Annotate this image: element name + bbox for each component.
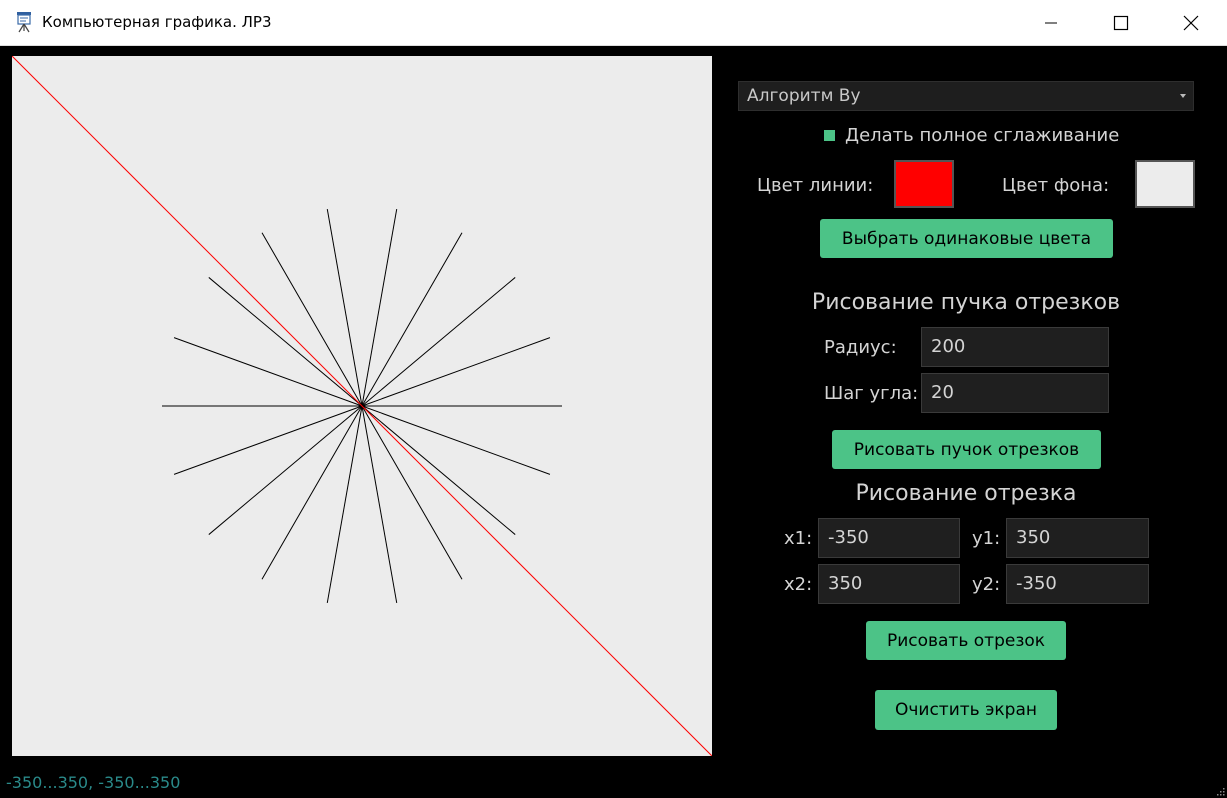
bundle-ray-2 bbox=[361, 277, 516, 407]
bg-color-swatch[interactable] bbox=[1135, 160, 1195, 208]
draw-segment-button[interactable]: Рисовать отрезок bbox=[866, 621, 1066, 660]
minimize-button[interactable] bbox=[1016, 0, 1086, 45]
bundle-ray-17 bbox=[361, 405, 551, 475]
smoothing-label[interactable]: Делать полное сглаживание bbox=[845, 125, 1119, 146]
segment-header: Рисование отрезка bbox=[855, 481, 1077, 506]
bundle-ray-11 bbox=[208, 405, 363, 535]
x2-input[interactable]: 350 bbox=[818, 564, 960, 604]
same-colors-button[interactable]: Выбрать одинаковые цвета bbox=[820, 219, 1113, 258]
bundle-header: Рисование пучка отрезков bbox=[811, 290, 1121, 315]
x1-input[interactable]: -350 bbox=[818, 518, 960, 558]
x2-label: x2: bbox=[784, 574, 813, 595]
y2-label: y2: bbox=[972, 574, 1001, 595]
maximize-icon bbox=[1113, 15, 1129, 30]
bundle-ray-7 bbox=[208, 277, 363, 407]
resize-grip-icon[interactable] bbox=[1215, 786, 1225, 796]
maximize-button[interactable] bbox=[1086, 0, 1156, 45]
line-color-label: Цвет линии: bbox=[757, 175, 874, 196]
minimize-icon bbox=[1045, 22, 1057, 23]
line-color-swatch[interactable] bbox=[894, 160, 954, 208]
x1-label: x1: bbox=[784, 528, 813, 549]
bundle-ray-8 bbox=[173, 337, 363, 407]
y1-label: y1: bbox=[972, 528, 1001, 549]
algorithm-select[interactable]: Алгоритм Ву bbox=[738, 81, 1194, 111]
algorithm-select-value: Алгоритм Ву bbox=[747, 86, 861, 106]
angle-step-label: Шаг угла: bbox=[824, 383, 919, 404]
radius-input[interactable]: 200 bbox=[921, 327, 1109, 367]
clear-screen-button[interactable]: Очистить экран bbox=[875, 690, 1057, 730]
bundle-ray-16 bbox=[361, 405, 516, 535]
drawn-segment bbox=[12, 56, 712, 756]
close-button[interactable] bbox=[1156, 0, 1226, 45]
y1-input[interactable]: 350 bbox=[1006, 518, 1149, 558]
bundle-ray-1 bbox=[361, 337, 551, 407]
radius-label: Радиус: bbox=[824, 337, 897, 358]
close-icon bbox=[1183, 15, 1199, 30]
drawing-canvas[interactable] bbox=[12, 56, 712, 756]
draw-bundle-button[interactable]: Рисовать пучок отрезков bbox=[832, 430, 1101, 469]
chevron-down-icon bbox=[1180, 94, 1186, 98]
angle-step-input[interactable]: 20 bbox=[921, 373, 1109, 413]
title-bar: Компьютерная графика. ЛР3 bbox=[0, 0, 1227, 46]
status-bar-range: -350...350, -350...350 bbox=[6, 773, 181, 792]
canvas-drawing bbox=[12, 56, 712, 756]
bundle-ray-10 bbox=[173, 405, 363, 475]
y2-input[interactable]: -350 bbox=[1006, 564, 1149, 604]
app-icon bbox=[17, 12, 31, 33]
bg-color-label: Цвет фона: bbox=[1002, 175, 1110, 196]
window-title: Компьютерная графика. ЛР3 bbox=[42, 13, 272, 31]
smoothing-checkbox[interactable] bbox=[824, 130, 835, 141]
